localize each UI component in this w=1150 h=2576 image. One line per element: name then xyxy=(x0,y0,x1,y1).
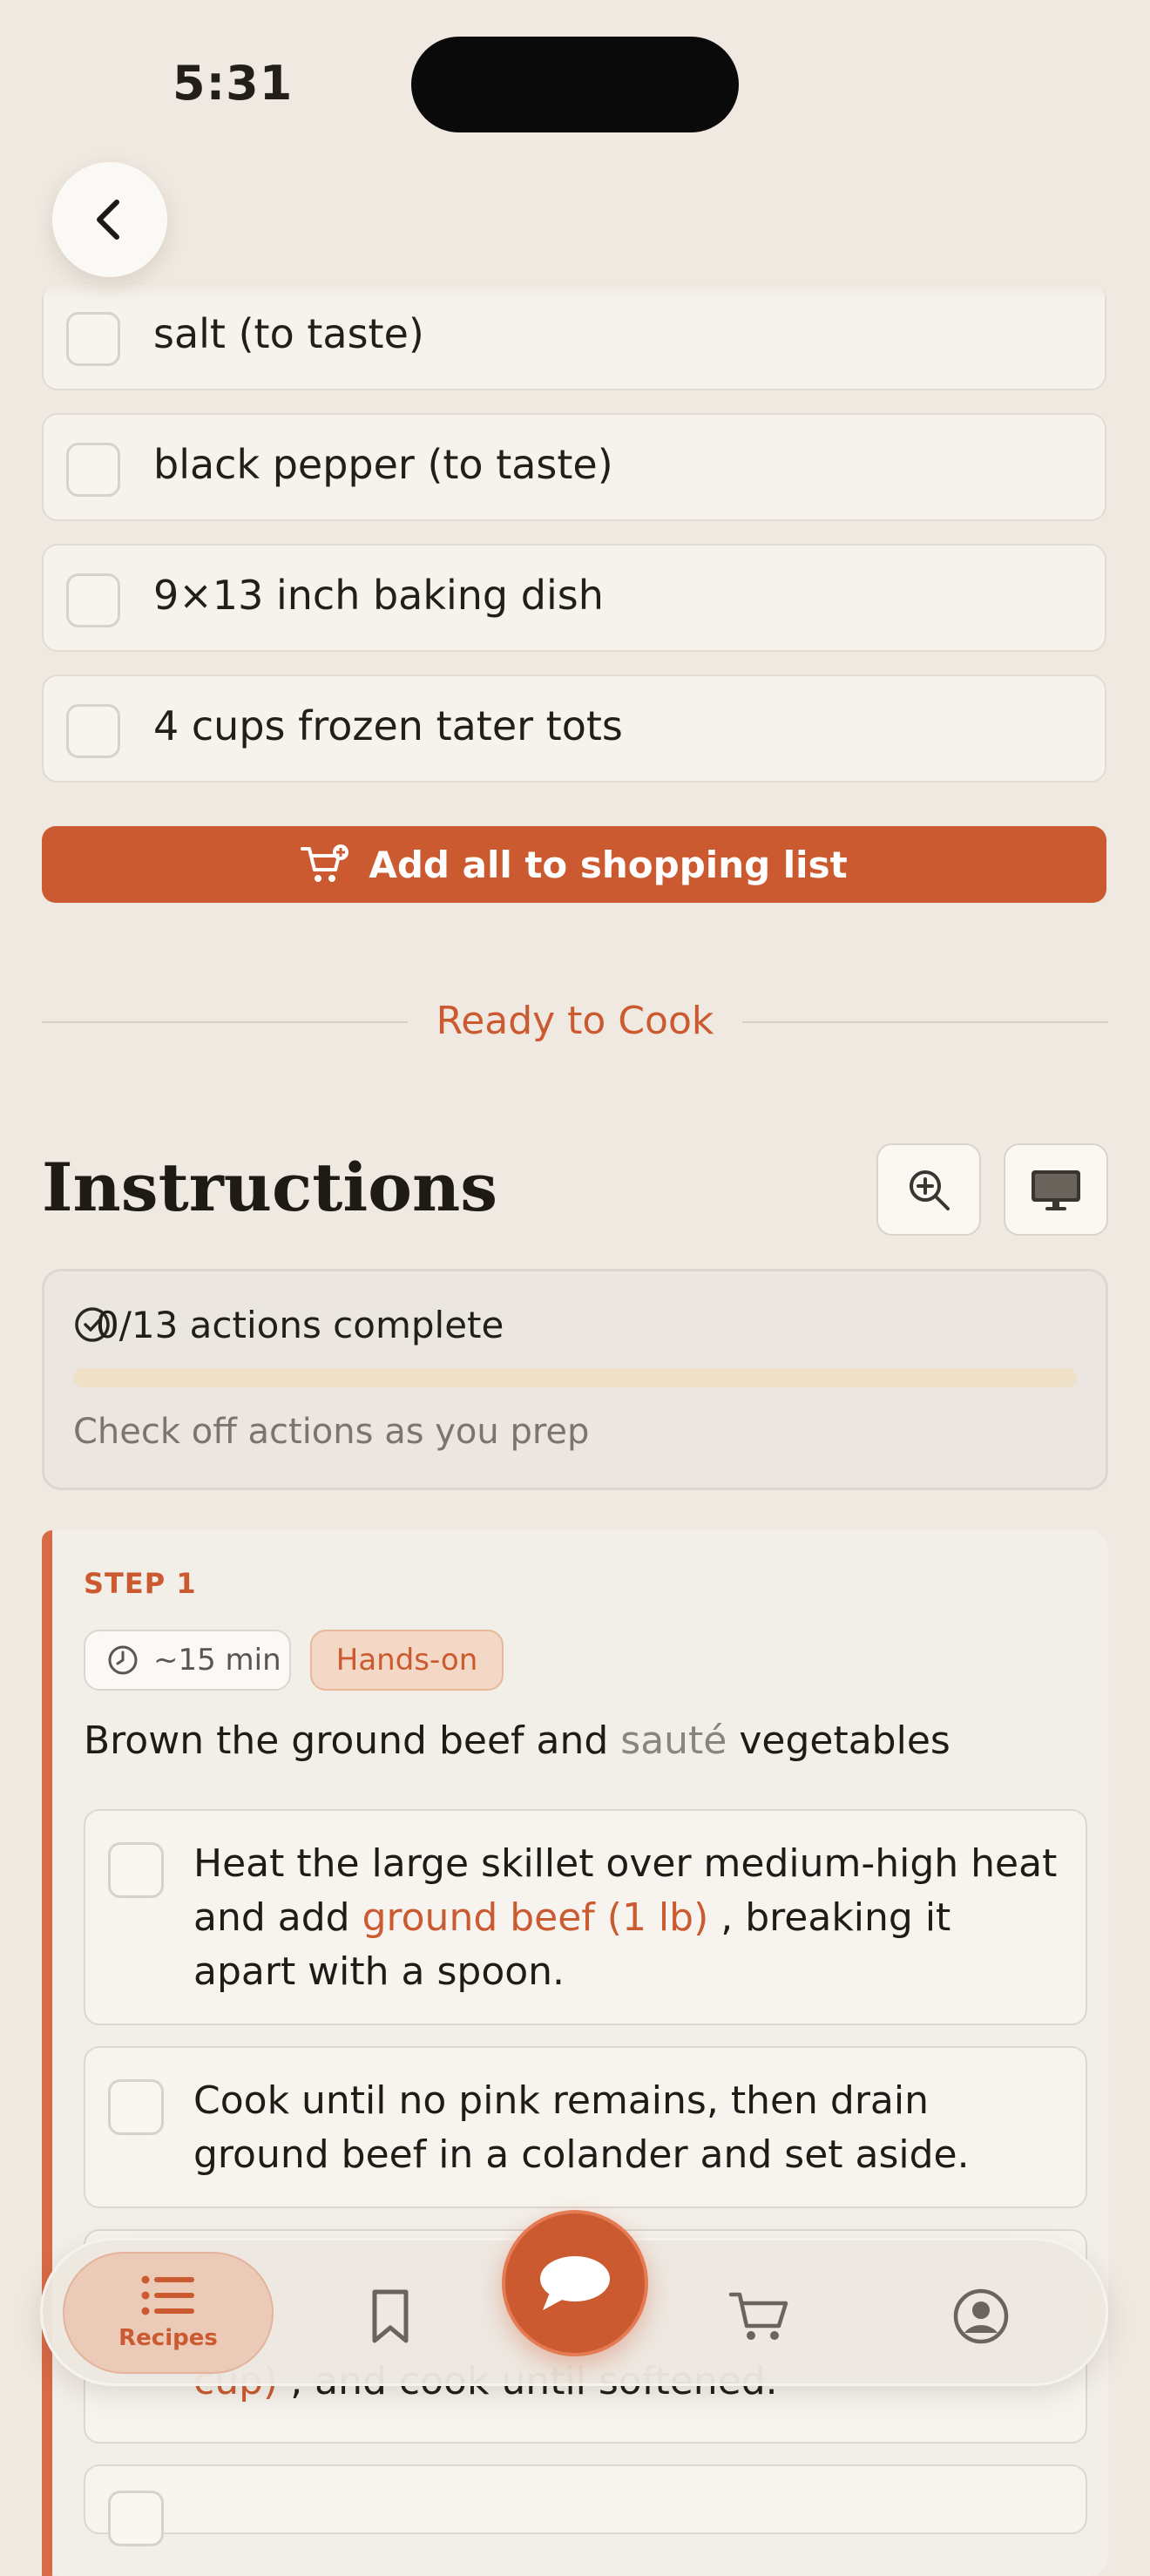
zoom-in-icon xyxy=(910,1170,950,1210)
chevron-left-icon xyxy=(97,200,119,240)
action-checkbox[interactable] xyxy=(108,2079,164,2135)
action-line: Cook until no pink remains, then drain xyxy=(193,2078,929,2123)
progress-hint: Check off actions as you prep xyxy=(73,1412,590,1452)
clock-icon xyxy=(108,1645,138,1675)
action-text-part: , breaking it xyxy=(720,1895,951,1940)
status-time-overlay: 5:31 xyxy=(172,56,294,111)
bookmark-icon xyxy=(372,2289,409,2343)
nav-recipes-tab[interactable]: Recipes xyxy=(63,2252,274,2374)
step-title: Brown the ground beef and sauté vegetabl… xyxy=(84,1718,950,1763)
step-accent-bar xyxy=(42,1530,52,2576)
ready-to-cook-label: Ready to Cook xyxy=(436,999,714,1043)
add-all-to-shopping-list-button[interactable]: Add all to shopping list xyxy=(42,826,1106,903)
ingredient-label: 9×13 inch baking dish xyxy=(153,572,604,619)
ingredient-label: salt (to taste) xyxy=(153,310,424,357)
add-all-label: Add all to shopping list xyxy=(369,843,848,886)
chat-button[interactable] xyxy=(502,2210,648,2356)
action-checkbox[interactable] xyxy=(108,1842,164,1898)
action-text-part: and add xyxy=(193,1895,362,1940)
ingredient-checkbox[interactable] xyxy=(66,573,120,627)
back-button[interactable] xyxy=(52,162,167,277)
ingredient-label: 4 cups frozen tater tots xyxy=(153,702,623,749)
nav-recipes-label: Recipes xyxy=(118,2325,218,2351)
step-title-muted: sauté xyxy=(620,1718,727,1763)
ingredient-highlight[interactable]: ground beef (1 lb) xyxy=(362,1895,709,1940)
display-mode-button[interactable] xyxy=(1004,1143,1108,1236)
action-item[interactable]: Heat the large skillet over medium-high … xyxy=(84,1809,1087,2025)
action-item[interactable]: Cook until no pink remains, then drain g… xyxy=(84,2046,1087,2208)
action-line: apart with a spoon. xyxy=(193,1949,565,1994)
ingredient-checkbox[interactable] xyxy=(66,443,120,497)
nav-cart-tab[interactable] xyxy=(718,2274,802,2358)
monitor-icon xyxy=(1032,1170,1080,1210)
step-title-part: vegetables xyxy=(727,1718,950,1763)
action-item[interactable] xyxy=(84,2464,1087,2546)
ingredient-label: black pepper (to taste) xyxy=(153,441,613,488)
ingredient-checkbox[interactable] xyxy=(66,704,120,758)
progress-bar xyxy=(73,1368,1077,1387)
hands-on-badge: Hands-on xyxy=(310,1630,504,1691)
action-line: Heat the large skillet over medium-high … xyxy=(193,1841,1058,1886)
ingredient-item[interactable]: 4 cups frozen tater tots xyxy=(42,675,1106,783)
dynamic-island-overlay xyxy=(411,37,739,132)
profile-icon xyxy=(953,2288,1009,2344)
progress-label: 0/13 actions complete xyxy=(96,1304,504,1346)
zoom-button[interactable] xyxy=(876,1143,981,1236)
step-label: STEP 1 xyxy=(84,1567,197,1600)
action-line: and add ground beef (1 lb) , breaking it xyxy=(193,1891,1059,1945)
ingredient-checkbox[interactable] xyxy=(66,312,120,366)
step-time-badge: ~15 min xyxy=(84,1630,291,1691)
action-line: ground beef in a colander and set aside. xyxy=(193,2132,970,2177)
cart-icon xyxy=(728,2292,788,2340)
nav-profile-tab[interactable] xyxy=(939,2274,1023,2358)
ingredient-item[interactable]: black pepper (to taste) xyxy=(42,413,1106,521)
action-text: Heat the large skillet over medium-high … xyxy=(193,1837,1059,1999)
action-text: Cook until no pink remains, then drain g… xyxy=(193,2074,1059,2182)
step-time-label: ~15 min xyxy=(153,1643,281,1678)
nav-bookmarks-tab[interactable] xyxy=(348,2274,432,2358)
instructions-title: Instructions xyxy=(42,1149,497,1226)
step-title-part: Brown the ground beef and xyxy=(84,1718,621,1763)
ingredient-item[interactable]: 9×13 inch baking dish xyxy=(42,544,1106,652)
list-icon xyxy=(141,2275,194,2315)
chat-bubble-icon xyxy=(540,2256,610,2310)
cart-add-icon xyxy=(301,844,349,882)
